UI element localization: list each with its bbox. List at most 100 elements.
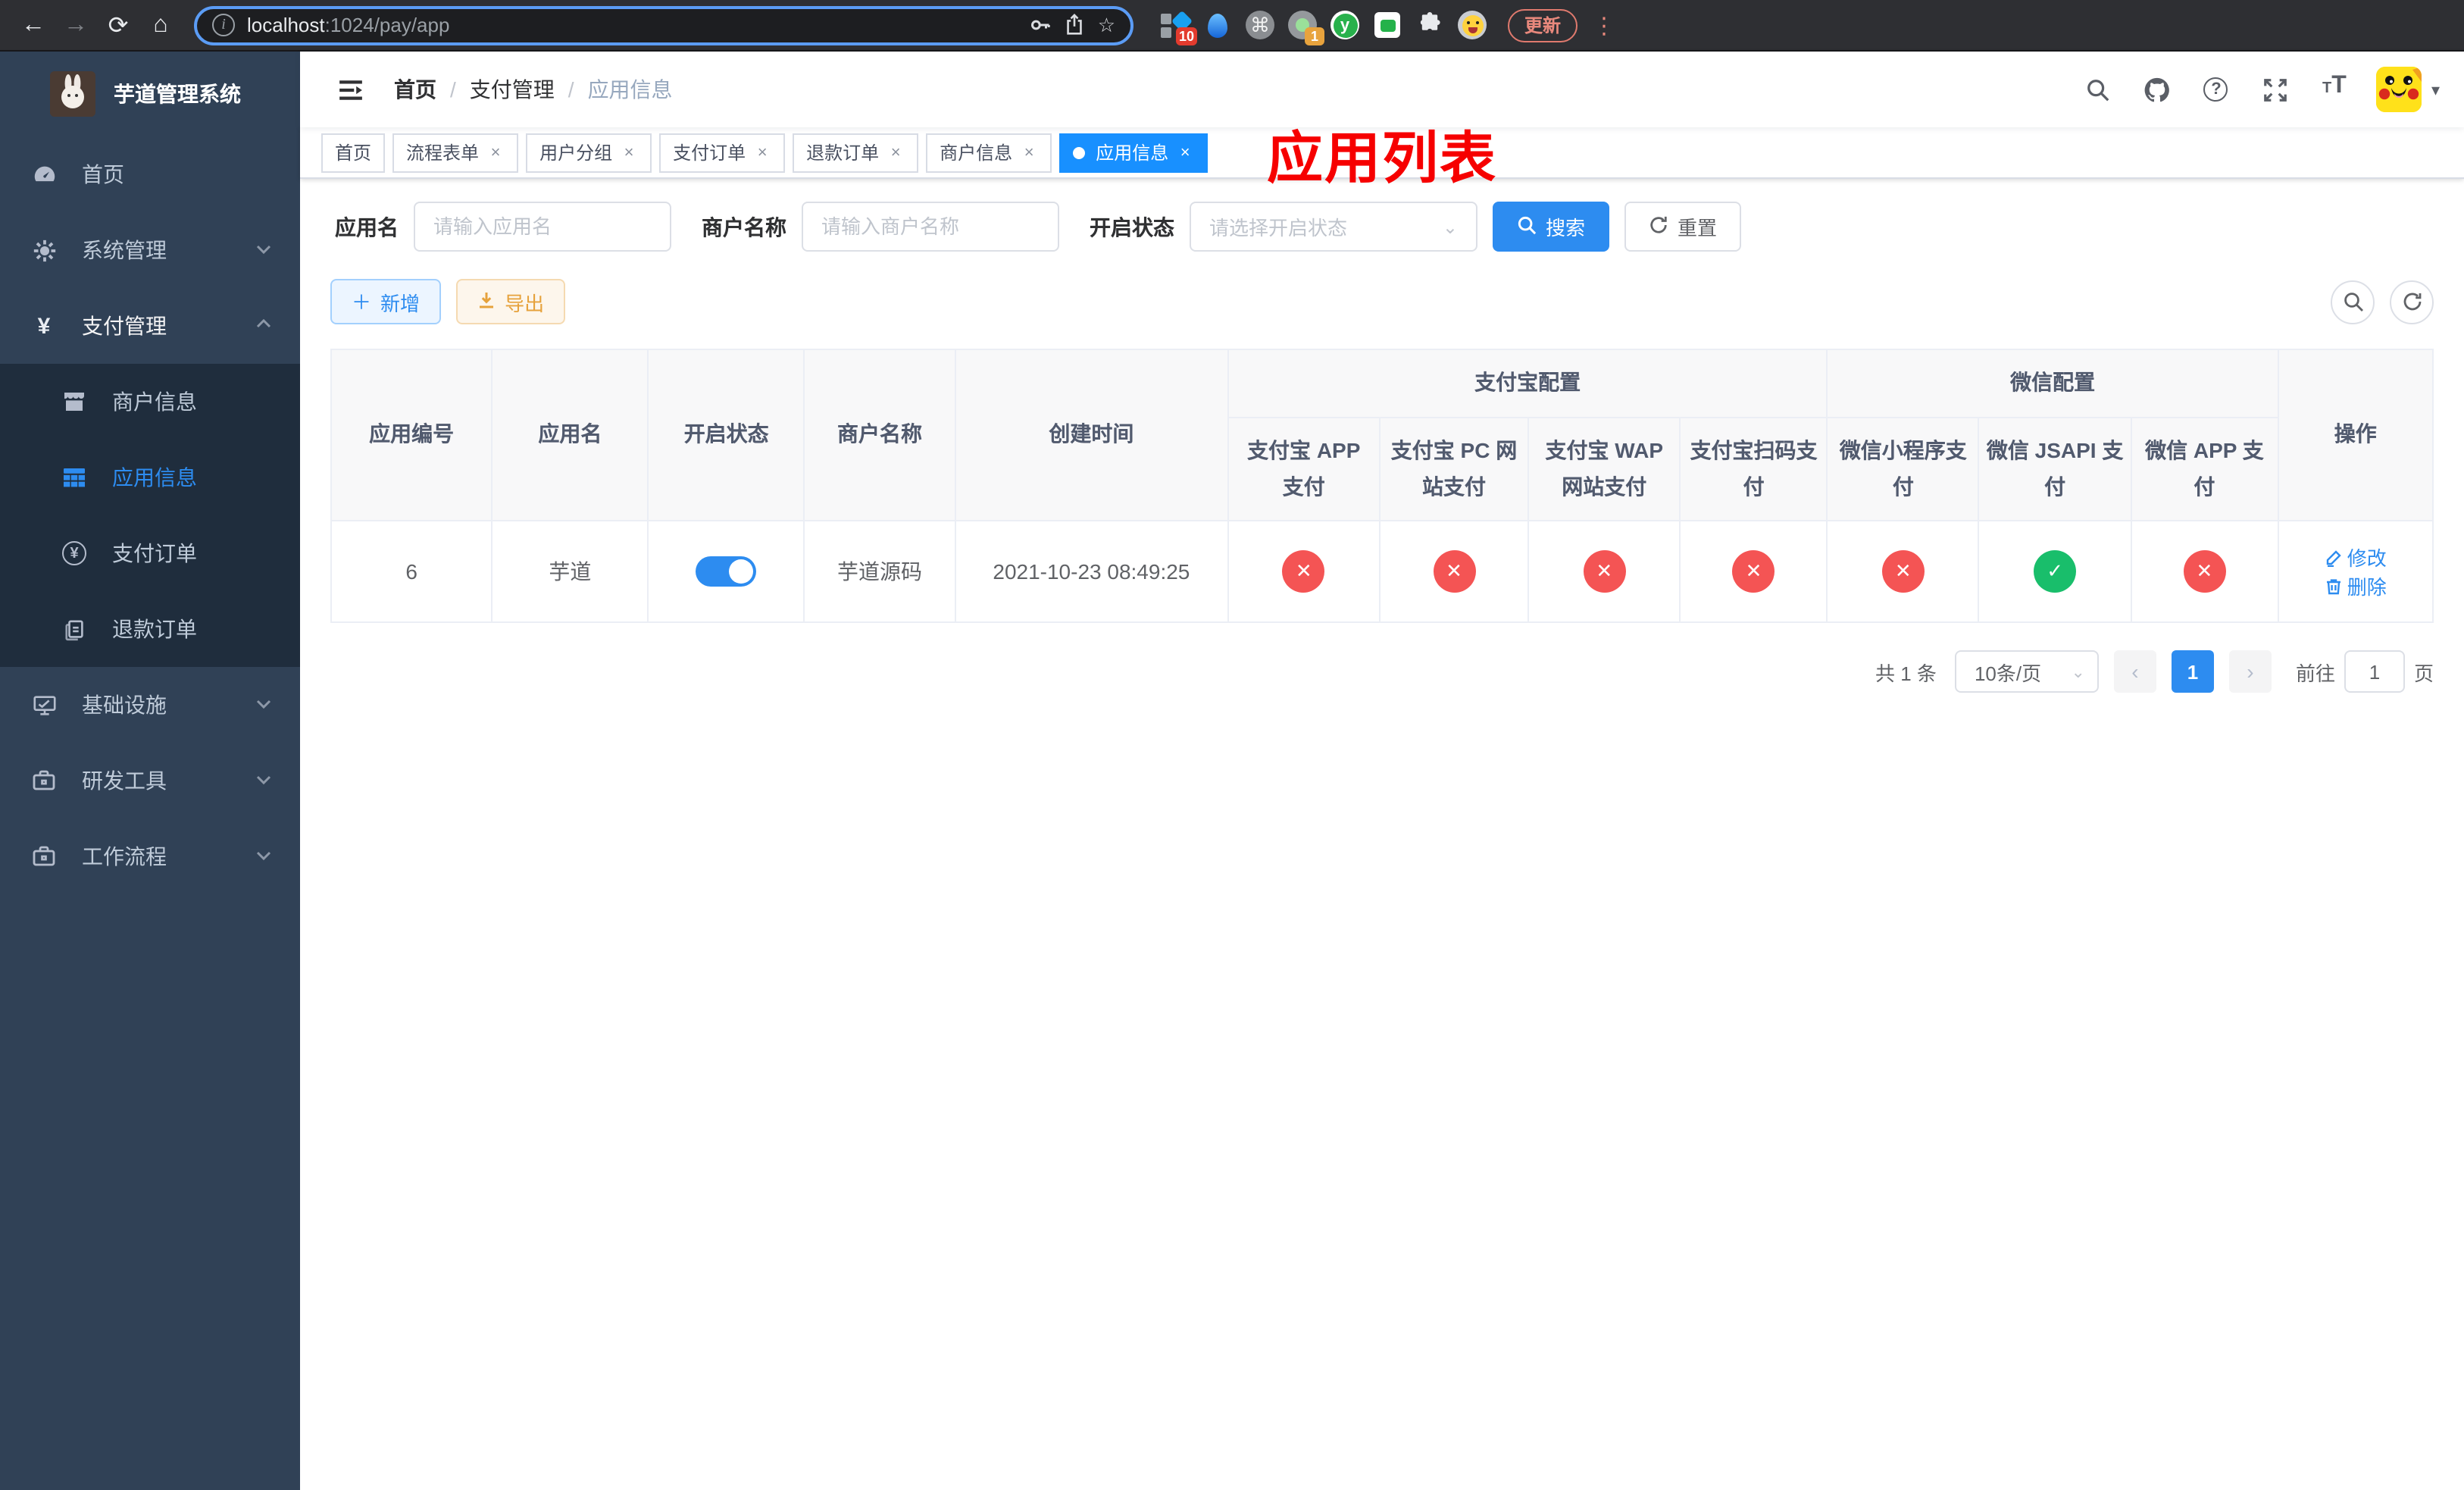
sidebar-item-home[interactable]: 首页 xyxy=(0,136,300,212)
breadcrumb-payment[interactable]: 支付管理 xyxy=(470,74,555,105)
extensions-row: 10 ⌘ 1 y xyxy=(1161,9,1487,45)
edit-button[interactable]: 修改 xyxy=(2325,543,2387,572)
sidebar: 芋道管理系统 首页 系统管理 ¥ 支付管理 商户信息 应用信息 ¥ 支付订单 退… xyxy=(0,52,300,1490)
sidebar-item-infrastructure[interactable]: 基础设施 xyxy=(0,667,300,743)
breadcrumb-home[interactable]: 首页 xyxy=(394,74,436,105)
close-icon[interactable]: × xyxy=(1020,143,1038,161)
help-icon[interactable]: ? xyxy=(2200,73,2233,106)
tag-refund-order[interactable]: 退款订单 × xyxy=(793,133,919,172)
url-text[interactable]: localhost:1024/pay/app xyxy=(247,14,1018,36)
sidebar-item-pay-order[interactable]: ¥ 支付订单 xyxy=(0,515,300,591)
home-icon[interactable]: ⌂ xyxy=(142,7,179,43)
cell-merchant: 芋道源码 xyxy=(803,520,956,624)
chevron-down-icon xyxy=(255,693,273,717)
app-title: 芋道管理系统 xyxy=(114,82,241,106)
ext-recorder-icon[interactable]: 1 xyxy=(1288,11,1324,45)
url-bar[interactable]: i localhost:1024/pay/app ☆ xyxy=(194,5,1134,45)
profile-avatar[interactable] xyxy=(1458,11,1487,39)
browser-menu-icon[interactable]: ⋮ xyxy=(1593,11,1615,39)
close-icon[interactable]: × xyxy=(486,143,505,161)
next-page-button[interactable]: › xyxy=(2228,650,2272,693)
status-icon: ✕ xyxy=(1881,550,1925,593)
tag-user-group[interactable]: 用户分组 × xyxy=(526,133,652,172)
app-name-input[interactable] xyxy=(433,215,652,238)
col-group-alipay: 支付宝配置 xyxy=(1227,349,1828,418)
add-button[interactable]: ＋ 新增 xyxy=(330,279,442,324)
sidebar-collapse-icon[interactable] xyxy=(324,64,376,115)
extensions-puzzle-icon[interactable] xyxy=(1415,11,1444,39)
export-button[interactable]: 导出 xyxy=(456,279,566,324)
sidebar-item-refund-order[interactable]: 退款订单 xyxy=(0,591,300,667)
close-icon[interactable]: × xyxy=(620,143,638,161)
sidebar-item-dev-tools[interactable]: 研发工具 xyxy=(0,743,300,819)
col-merchant: 商户名称 xyxy=(803,348,956,522)
sidebar-item-label: 首页 xyxy=(82,162,124,186)
grid-icon xyxy=(61,465,88,490)
refresh-table-button[interactable] xyxy=(2390,280,2434,324)
chevron-down-icon: ⌄ xyxy=(2071,663,2085,682)
password-key-icon[interactable] xyxy=(1030,14,1052,36)
status-icon: ✕ xyxy=(1282,550,1325,593)
avatar-image xyxy=(2376,67,2422,112)
ext-sketch-icon[interactable]: 10 xyxy=(1161,9,1197,45)
annotation-title: 应用列表 xyxy=(1267,127,1497,189)
tag-app-info[interactable]: 应用信息 × xyxy=(1059,133,1209,172)
prev-page-button[interactable]: ‹ xyxy=(2113,650,2156,693)
col-group-wechat: 微信配置 xyxy=(1826,349,2279,418)
col-wechat-app: 微信 APP 支付 xyxy=(2130,416,2279,522)
document-icon xyxy=(61,618,88,640)
sidebar-item-workflow[interactable]: 工作流程 xyxy=(0,819,300,894)
status-label: 开启状态 xyxy=(1090,214,1174,239)
fullscreen-icon[interactable] xyxy=(2259,73,2292,106)
sidebar-item-system[interactable]: 系统管理 xyxy=(0,212,300,288)
user-avatar[interactable]: ▾ xyxy=(2376,67,2440,112)
total-count: 共 1 条 xyxy=(1875,662,1937,685)
bookmark-star-icon[interactable]: ☆ xyxy=(1098,13,1115,37)
goto-page-input[interactable] xyxy=(2344,650,2405,693)
close-icon[interactable]: × xyxy=(886,143,905,161)
ext-balloon-icon[interactable] xyxy=(1203,11,1232,39)
browser-update-button[interactable]: 更新 xyxy=(1508,8,1578,42)
sidebar-item-label: 基础设施 xyxy=(82,693,167,717)
github-icon[interactable] xyxy=(2140,73,2174,106)
site-info-icon[interactable]: i xyxy=(212,14,235,36)
reset-button[interactable]: 重置 xyxy=(1624,202,1742,252)
tag-home[interactable]: 首页 xyxy=(321,133,386,172)
search-icon[interactable] xyxy=(2081,73,2115,106)
tag-process-form[interactable]: 流程表单 × xyxy=(392,133,519,172)
col-actions: 操作 xyxy=(2277,348,2434,522)
tag-merchant-info[interactable]: 商户信息 × xyxy=(926,133,1052,172)
ext-command-icon[interactable]: ⌘ xyxy=(1246,11,1274,39)
screen: ← → ⟳ ⌂ i localhost:1024/pay/app ☆ 10 ⌘ … xyxy=(0,0,2464,1490)
table-toolbar: ＋ 新增 导出 xyxy=(330,279,2434,324)
sidebar-item-payment[interactable]: ¥ 支付管理 xyxy=(0,288,300,364)
logo-image xyxy=(50,71,95,117)
shop-icon xyxy=(61,390,88,414)
enabled-toggle[interactable] xyxy=(696,556,757,587)
close-icon[interactable]: × xyxy=(1176,143,1194,161)
sidebar-logo: 芋道管理系统 xyxy=(0,52,300,136)
page-size-select[interactable]: 10条/页 ⌄ xyxy=(1954,650,2099,693)
show-search-button[interactable] xyxy=(2331,280,2375,324)
tag-pay-order[interactable]: 支付订单 × xyxy=(659,133,786,172)
col-wechat-jsapi: 微信 JSAPI 支付 xyxy=(1978,416,2132,522)
merchant-name-input[interactable] xyxy=(821,215,1040,238)
delete-button[interactable]: 删除 xyxy=(2325,572,2387,601)
sidebar-submenu: 商户信息 应用信息 ¥ 支付订单 退款订单 xyxy=(0,364,300,667)
forward-icon[interactable]: → xyxy=(58,7,94,43)
sidebar-item-label: 工作流程 xyxy=(82,844,167,869)
ext-chat-icon[interactable] xyxy=(1373,11,1402,39)
reload-icon[interactable]: ⟳ xyxy=(100,7,136,43)
share-icon[interactable] xyxy=(1065,14,1086,36)
status-select[interactable]: 请选择开启状态 ⌄ xyxy=(1190,202,1477,252)
ext-y-icon[interactable]: y xyxy=(1330,11,1359,39)
sidebar-item-merchant-info[interactable]: 商户信息 xyxy=(0,364,300,440)
search-button[interactable]: 搜索 xyxy=(1493,202,1610,252)
back-icon[interactable]: ← xyxy=(15,7,52,43)
font-size-icon[interactable]: TT xyxy=(2318,73,2351,106)
page-number-1[interactable]: 1 xyxy=(2171,650,2214,693)
close-icon[interactable]: × xyxy=(753,143,771,161)
col-alipay-wap: 支付宝 WAP 网站支付 xyxy=(1527,416,1681,522)
yen-icon: ¥ xyxy=(37,313,51,339)
sidebar-item-app-info[interactable]: 应用信息 xyxy=(0,440,300,515)
